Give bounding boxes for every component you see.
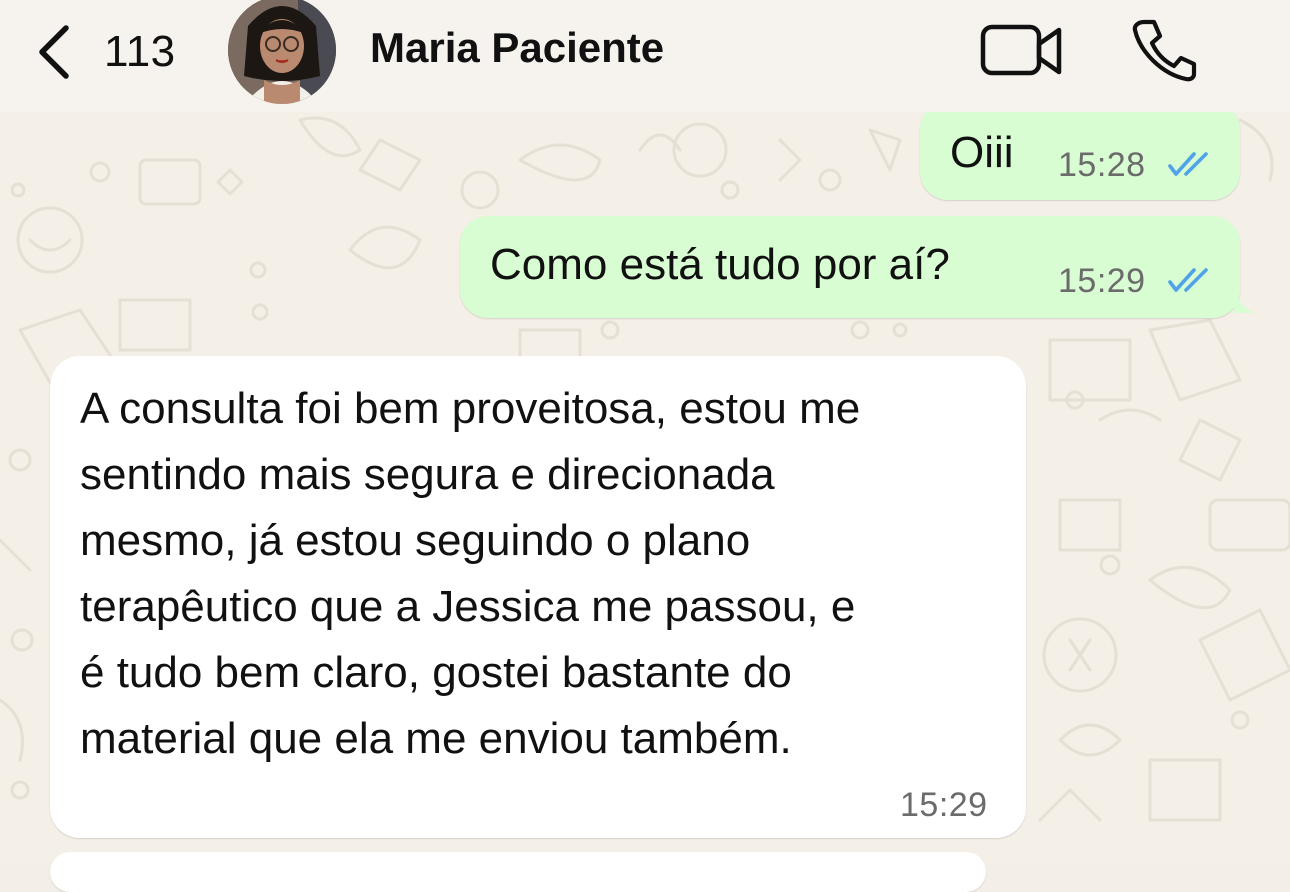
double-check-icon	[1168, 150, 1214, 183]
message-line: terapêutico que a Jessica me passou, e	[80, 582, 856, 631]
chat-header: 113 Maria Paciente	[0, 0, 1290, 112]
message-text: A consulta foi bem proveitosa, estou me …	[80, 376, 1040, 772]
unread-count: 113	[104, 27, 176, 76]
message-bubble-incoming-partial[interactable]	[50, 852, 986, 892]
double-check-icon	[1168, 266, 1214, 299]
message-line: material que ela me enviou também.	[80, 714, 792, 763]
message-line: é tudo bem claro, gostei bastante do	[80, 648, 792, 697]
voice-call-button[interactable]	[1130, 18, 1198, 82]
message-bubble-outgoing[interactable]: Oiii 15:28	[920, 102, 1240, 200]
message-line: sentindo mais segura e direcionada	[80, 450, 775, 499]
contact-name[interactable]: Maria Paciente	[370, 24, 664, 72]
back-button[interactable]: 113	[34, 22, 176, 82]
chevron-left-icon	[34, 24, 74, 80]
message-timestamp: 15:28	[1058, 146, 1146, 184]
message-text: Como está tudo por aí?	[490, 240, 950, 289]
message-timestamp: 15:29	[1058, 262, 1146, 300]
message-text: Oiii	[950, 128, 1014, 177]
message-line: A consulta foi bem proveitosa, estou me	[80, 384, 861, 433]
bubble-tail	[1234, 287, 1258, 318]
video-call-button[interactable]	[980, 24, 1064, 78]
message-bubble-outgoing[interactable]: Como está tudo por aí? 15:29	[460, 216, 1256, 318]
contact-avatar[interactable]	[228, 0, 336, 104]
message-bubble-incoming[interactable]: A consulta foi bem proveitosa, estou me …	[50, 356, 1026, 838]
message-timestamp: 15:29	[900, 786, 988, 824]
phone-icon	[1130, 19, 1198, 86]
video-camera-icon	[980, 24, 1064, 82]
message-line: mesmo, já estou seguindo o plano	[80, 516, 751, 565]
